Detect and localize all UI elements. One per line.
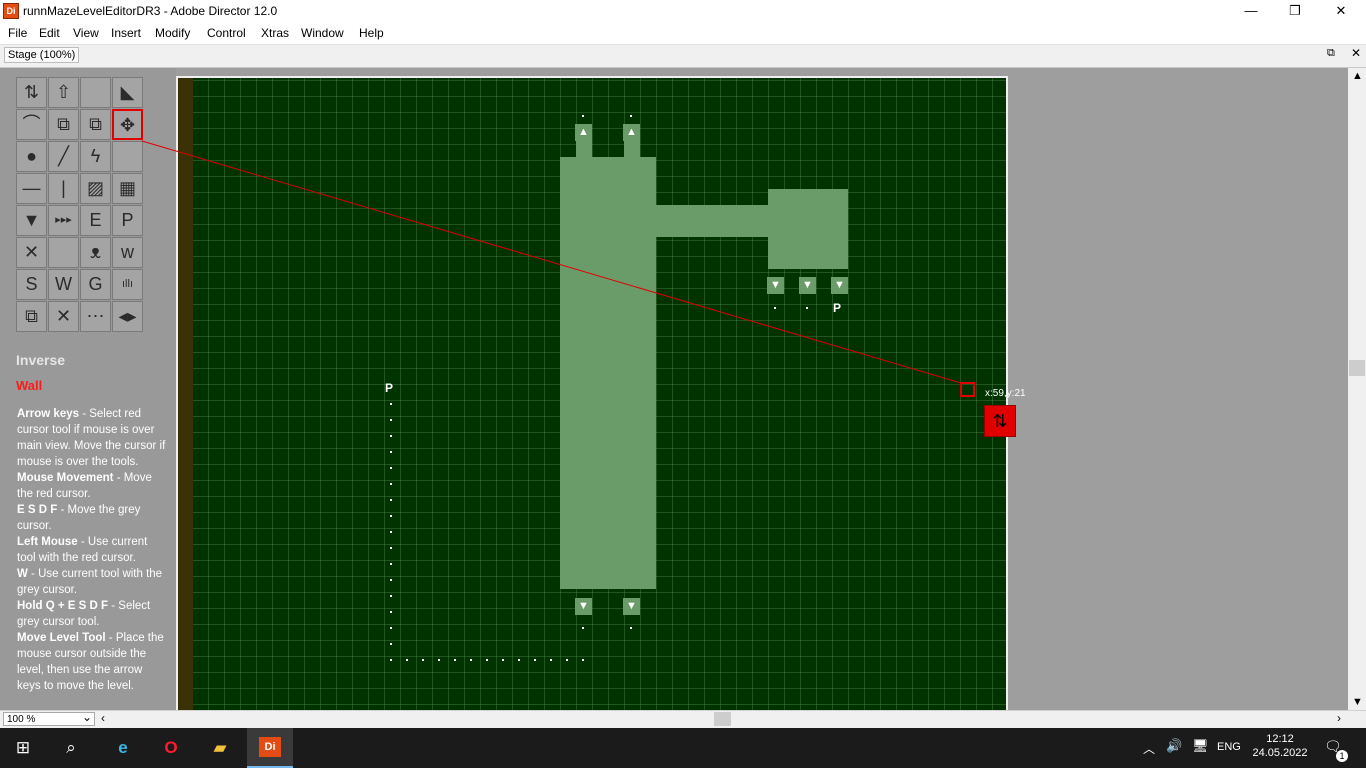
start-icon[interactable]: ⊞ [0,728,46,768]
clock-time: 12:12 [1266,733,1294,745]
file-explorer-icon[interactable]: ▰ [197,728,243,768]
clock-date: 24.05.2022 [1252,747,1308,759]
clock[interactable]: 12:12 24.05.2022 [1252,732,1308,760]
vertical-scrollbar[interactable] [1348,68,1366,710]
cursor-coordinates: x:59,y:21 [985,388,1026,399]
cursor-link-line [141,140,962,384]
language-indicator[interactable]: ENG [1217,741,1241,753]
edge-icon[interactable]: e [100,728,146,768]
tray-chevron-icon[interactable]: ︿ [1143,740,1155,757]
scroll-right-icon[interactable]: › [1337,711,1341,725]
vertical-scroll-thumb[interactable] [1349,360,1365,376]
horizontal-scrollbar[interactable] [0,710,1366,728]
scroll-down-icon[interactable]: ▼ [1352,696,1363,708]
horizontal-scroll-thumb[interactable] [714,712,731,726]
opera-icon[interactable]: O [148,728,194,768]
cursor-tool-preview-icon: ⇅ [984,405,1016,437]
volume-icon[interactable]: 🔊 [1166,738,1182,754]
notification-count-badge: 1 [1336,750,1348,762]
scroll-left-icon[interactable]: ‹ [101,711,105,725]
zoom-dropdown-chevron-icon[interactable]: ⌄ [82,710,92,724]
director-taskbar-icon: Di [259,737,281,757]
search-icon[interactable]: ⌕ [48,728,94,768]
scroll-up-icon[interactable]: ▲ [1352,70,1363,82]
red-cursor[interactable] [960,382,975,397]
network-icon[interactable]: 🖥 [1192,738,1209,754]
